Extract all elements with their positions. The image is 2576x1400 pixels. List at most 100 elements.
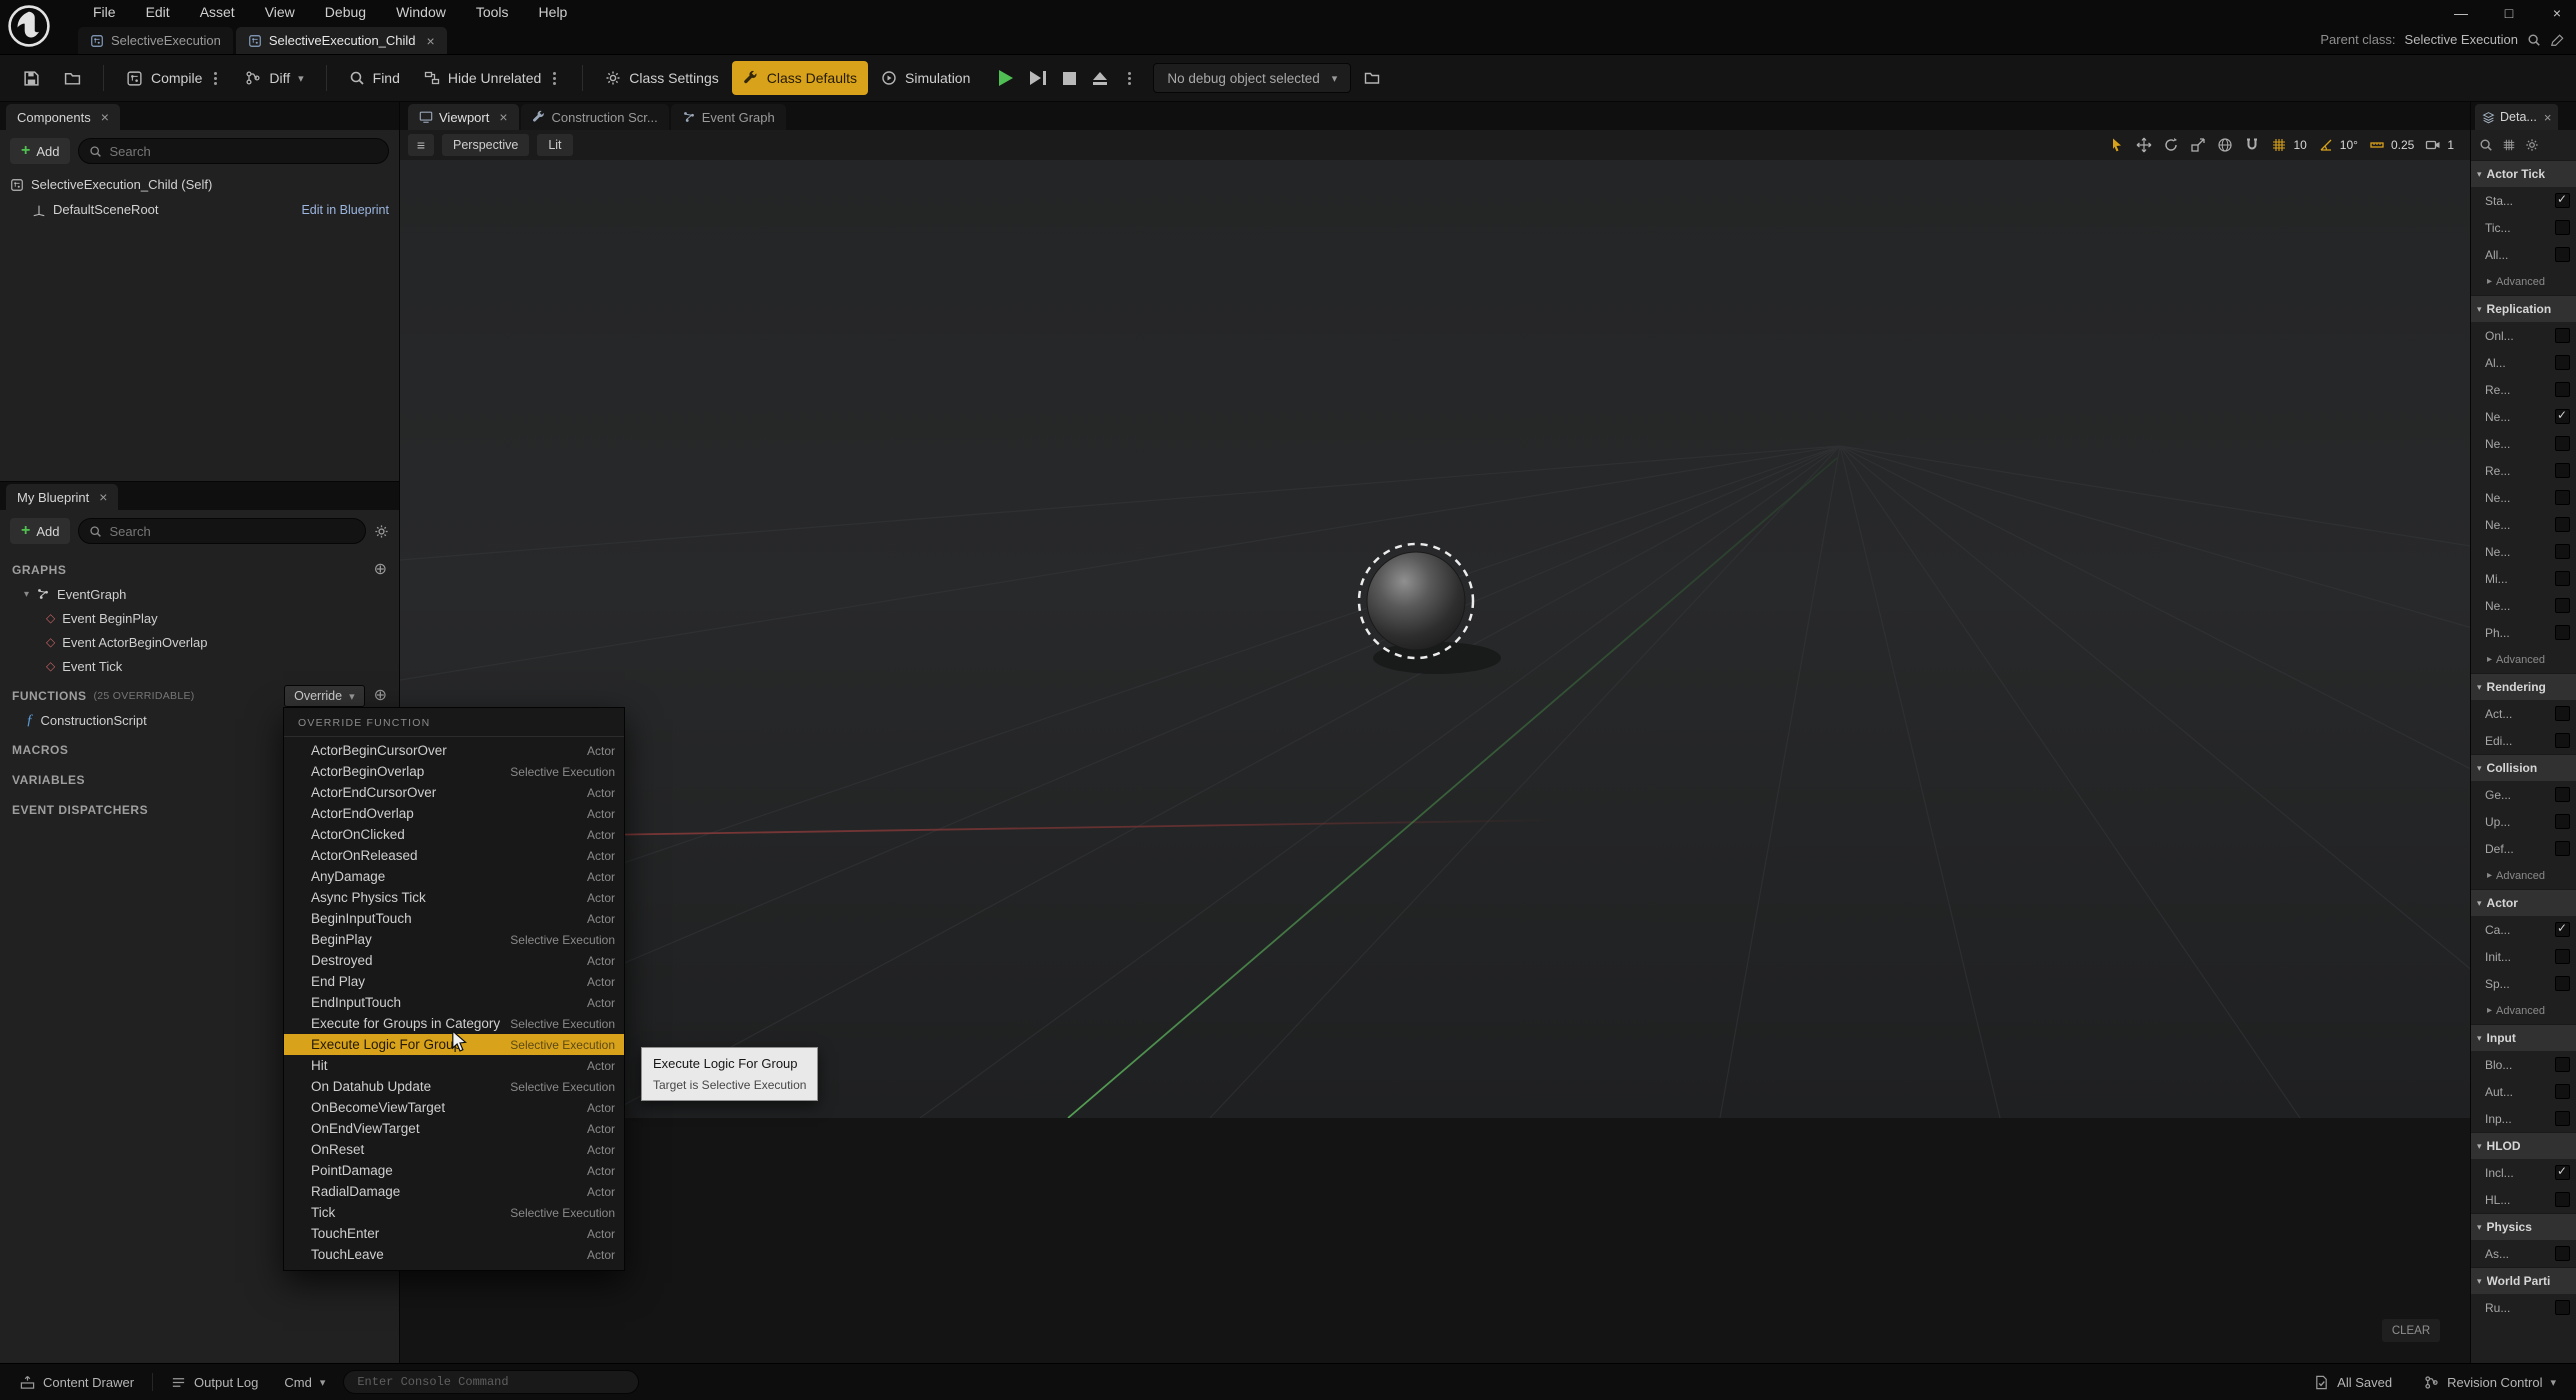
world-space-icon[interactable]: [2217, 137, 2233, 153]
details-row[interactable]: ▾ ▸ Actor Tick ✓: [2471, 160, 2576, 187]
asset-tab-selectiveexecution-child[interactable]: SelectiveExecution_Child ×: [236, 27, 447, 54]
perspective-button[interactable]: Perspective: [442, 134, 529, 156]
add-graph-icon[interactable]: ⊕: [374, 562, 387, 578]
details-row[interactable]: ▾ ▸ Act... ✓: [2471, 700, 2576, 727]
blueprint-event-item[interactable]: ◇ Event BeginPlay: [0, 606, 399, 630]
details-row[interactable]: ▾ ▸ Ne... ✓: [2471, 511, 2576, 538]
details-row[interactable]: ▾ ▸ Edi... ✓: [2471, 727, 2576, 754]
checkbox[interactable]: ✓: [2555, 1165, 2570, 1180]
scale-snap-value[interactable]: 0.25: [2391, 138, 2414, 152]
move-tool-icon[interactable]: [2136, 137, 2152, 153]
details-row[interactable]: ▾ ▸ Advanced ✓: [2471, 646, 2576, 673]
class-defaults-button[interactable]: Class Defaults: [732, 61, 868, 95]
details-row[interactable]: ▾ ▸ Onl... ✓: [2471, 322, 2576, 349]
checkbox[interactable]: ✓: [2555, 409, 2570, 424]
override-menu-item[interactable]: Async Physics Tick Actor: [284, 887, 624, 908]
details-row[interactable]: ▾ ▸ Ge... ✓: [2471, 781, 2576, 808]
details-row[interactable]: ▾ ▸ Actor ✓: [2471, 889, 2576, 916]
details-row[interactable]: ▾ ▸ Ne... ✓: [2471, 538, 2576, 565]
output-log-button[interactable]: Output Log: [163, 1369, 266, 1395]
viewport-3d-canvas[interactable]: [400, 160, 2470, 1118]
maximize-button[interactable]: □: [2500, 5, 2518, 21]
override-menu-item[interactable]: On Datahub Update Selective Execution: [284, 1076, 624, 1097]
details-row[interactable]: ▾ ▸ HLOD ✓: [2471, 1132, 2576, 1159]
checkbox[interactable]: ✓: [2555, 328, 2570, 343]
override-menu-item[interactable]: ActorOnClicked Actor: [284, 824, 624, 845]
surface-snap-icon[interactable]: [2244, 137, 2260, 153]
functions-section-header[interactable]: FUNCTIONS (25 OVERRIDABLE) Override ▾ ⊕: [0, 684, 399, 708]
blueprint-event-item[interactable]: ◇ Event Tick: [0, 654, 399, 678]
details-row[interactable]: ▾ ▸ Replication ✓: [2471, 295, 2576, 322]
details-row[interactable]: ▾ ▸ HL... ✓: [2471, 1186, 2576, 1213]
checkbox[interactable]: ✓: [2555, 247, 2570, 262]
asset-tab-selectiveexecution[interactable]: SelectiveExecution: [78, 27, 233, 54]
menu-item[interactable]: Asset: [185, 0, 250, 25]
details-row[interactable]: ▾ ▸ Ne... ✓: [2471, 403, 2576, 430]
details-row[interactable]: ▾ ▸ Blo... ✓: [2471, 1051, 2576, 1078]
menu-item[interactable]: Edit: [131, 0, 185, 25]
scale-snap-icon[interactable]: [2369, 137, 2385, 153]
kebab-icon[interactable]: [214, 77, 217, 80]
cmd-dropdown[interactable]: Cmd ▾: [276, 1369, 333, 1395]
select-tool-icon[interactable]: [2109, 137, 2125, 153]
details-row[interactable]: ▾ ▸ Ne... ✓: [2471, 430, 2576, 457]
details-row[interactable]: ▾ ▸ Collision ✓: [2471, 754, 2576, 781]
grid-view-icon[interactable]: [2502, 138, 2516, 152]
close-icon[interactable]: ×: [99, 489, 107, 505]
all-saved-status[interactable]: All Saved: [2306, 1369, 2400, 1395]
details-row[interactable]: ▾ ▸ Def... ✓: [2471, 835, 2576, 862]
menu-item[interactable]: File: [78, 0, 131, 25]
blueprint-eventgraph-item[interactable]: ▾ EventGraph: [0, 582, 399, 606]
sphere-actor[interactable]: [1367, 552, 1465, 650]
override-menu-item[interactable]: BeginInputTouch Actor: [284, 908, 624, 929]
checkbox[interactable]: ✓: [2555, 841, 2570, 856]
checkbox[interactable]: ✓: [2555, 976, 2570, 991]
details-row[interactable]: ▾ ▸ Tic... ✓: [2471, 214, 2576, 241]
details-row[interactable]: ▾ ▸ As... ✓: [2471, 1240, 2576, 1267]
frame-skip-button[interactable]: [1030, 71, 1046, 85]
checkbox[interactable]: ✓: [2555, 544, 2570, 559]
checkbox[interactable]: ✓: [2555, 436, 2570, 451]
checkbox[interactable]: ✓: [2555, 382, 2570, 397]
tab-construction-script[interactable]: Construction Scr...: [521, 104, 669, 130]
debug-browse-button[interactable]: [1353, 61, 1391, 95]
override-menu-item[interactable]: ActorEndOverlap Actor: [284, 803, 624, 824]
search-icon[interactable]: [2479, 138, 2493, 152]
checkbox[interactable]: ✓: [2555, 598, 2570, 613]
details-row[interactable]: ▾ ▸ Input ✓: [2471, 1024, 2576, 1051]
override-menu-item[interactable]: TouchLeave Actor: [284, 1244, 624, 1265]
add-blueprint-item-button[interactable]: + Add: [10, 518, 70, 544]
components-search-input[interactable]: [109, 144, 378, 159]
details-row[interactable]: ▾ ▸ Rendering ✓: [2471, 673, 2576, 700]
details-row[interactable]: ▾ ▸ All... ✓: [2471, 241, 2576, 268]
override-menu-item[interactable]: Tick Selective Execution: [284, 1202, 624, 1223]
console-command-input[interactable]: [357, 1375, 625, 1389]
override-menu-item[interactable]: ActorEndCursorOver Actor: [284, 782, 624, 803]
details-row[interactable]: ▾ ▸ Ph... ✓: [2471, 619, 2576, 646]
gear-icon[interactable]: [2525, 138, 2539, 152]
close-icon[interactable]: ×: [499, 109, 507, 125]
details-row[interactable]: ▾ ▸ Up... ✓: [2471, 808, 2576, 835]
details-row[interactable]: ▾ ▸ Incl... ✓: [2471, 1159, 2576, 1186]
add-function-icon[interactable]: ⊕: [374, 688, 387, 704]
minimize-button[interactable]: —: [2452, 5, 2470, 21]
checkbox[interactable]: ✓: [2555, 1246, 2570, 1261]
close-icon[interactable]: ×: [101, 109, 109, 125]
details-row[interactable]: ▾ ▸ Ru... ✓: [2471, 1294, 2576, 1321]
checkbox[interactable]: ✓: [2555, 949, 2570, 964]
rotation-snap-icon[interactable]: [2318, 137, 2334, 153]
tab-components[interactable]: Components ×: [6, 104, 120, 130]
diff-button[interactable]: Diff ▾: [234, 61, 314, 95]
checkbox[interactable]: ✓: [2555, 922, 2570, 937]
details-row[interactable]: ▾ ▸ Sp... ✓: [2471, 970, 2576, 997]
checkbox[interactable]: ✓: [2555, 571, 2570, 586]
revision-control-button[interactable]: Revision Control ▾: [2416, 1369, 2564, 1395]
compile-button[interactable]: Compile: [115, 61, 232, 95]
checkbox[interactable]: ✓: [2555, 517, 2570, 532]
details-row[interactable]: ▾ ▸ Advanced ✓: [2471, 268, 2576, 295]
checkbox[interactable]: ✓: [2555, 733, 2570, 748]
add-component-button[interactable]: + Add: [10, 138, 70, 164]
override-menu-item[interactable]: End Play Actor: [284, 971, 624, 992]
override-menu-item[interactable]: TouchEnter Actor: [284, 1223, 624, 1244]
details-row[interactable]: ▾ ▸ Physics ✓: [2471, 1213, 2576, 1240]
